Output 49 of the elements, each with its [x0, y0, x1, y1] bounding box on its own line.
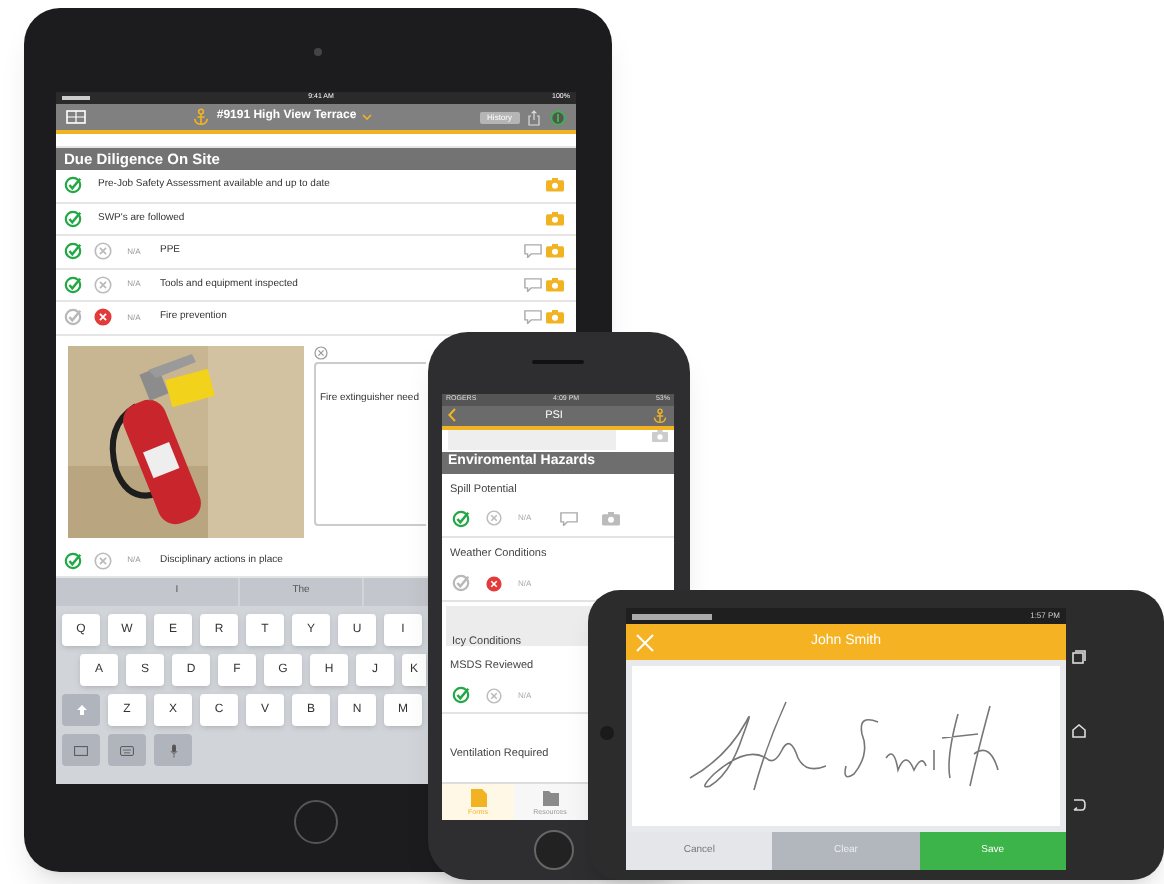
check-icon[interactable] [452, 509, 470, 528]
shift-icon [75, 704, 87, 716]
grid-icon [74, 745, 88, 755]
camera-icon[interactable] [546, 211, 564, 226]
dictation-key[interactable] [154, 734, 192, 766]
caret-icon[interactable] [362, 114, 373, 120]
camera-icon[interactable] [546, 310, 564, 325]
cross-icon[interactable] [486, 510, 502, 527]
emoji-key[interactable] [108, 734, 146, 766]
camera-icon[interactable] [652, 429, 668, 442]
status-ring-icon[interactable] [550, 109, 566, 125]
camera-icon[interactable] [546, 244, 564, 259]
cross-icon[interactable] [486, 687, 502, 704]
back-icon[interactable] [1072, 798, 1086, 812]
document-icon [469, 787, 487, 808]
remove-icon[interactable] [314, 345, 328, 359]
cross-icon[interactable] [93, 308, 111, 327]
cross-icon[interactable] [486, 575, 502, 592]
anchor-icon[interactable] [652, 407, 668, 424]
check-icon[interactable] [63, 275, 81, 294]
numbers-key[interactable] [62, 734, 100, 766]
close-icon[interactable] [636, 633, 654, 651]
camera-icon[interactable] [546, 277, 564, 292]
signature-pad[interactable] [632, 666, 1060, 826]
camera-lens [314, 48, 322, 56]
recent-apps-icon[interactable] [1072, 650, 1086, 664]
check-icon[interactable] [63, 551, 81, 570]
check-icon[interactable] [452, 574, 470, 593]
comment-icon[interactable] [559, 511, 578, 526]
home-icon[interactable] [1072, 724, 1086, 738]
shift-key[interactable] [62, 694, 100, 726]
share-icon[interactable] [528, 109, 540, 125]
microphone-icon [169, 743, 177, 757]
cross-icon[interactable] [93, 242, 111, 261]
check-icon[interactable] [63, 209, 81, 228]
check-icon[interactable] [63, 242, 81, 261]
search-field[interactable] [448, 429, 616, 450]
keyboard-icon [120, 745, 134, 755]
check-icon[interactable] [63, 176, 81, 195]
folder-icon [541, 787, 559, 808]
check-icon[interactable] [452, 686, 470, 705]
camera-icon[interactable] [601, 512, 620, 526]
cross-icon[interactable] [93, 551, 111, 570]
cross-icon[interactable] [93, 275, 111, 294]
home-button[interactable] [534, 830, 574, 870]
check-icon[interactable] [63, 308, 81, 327]
camera-icon[interactable] [546, 178, 564, 193]
home-button[interactable] [294, 800, 338, 844]
layout-icon[interactable] [66, 110, 86, 124]
